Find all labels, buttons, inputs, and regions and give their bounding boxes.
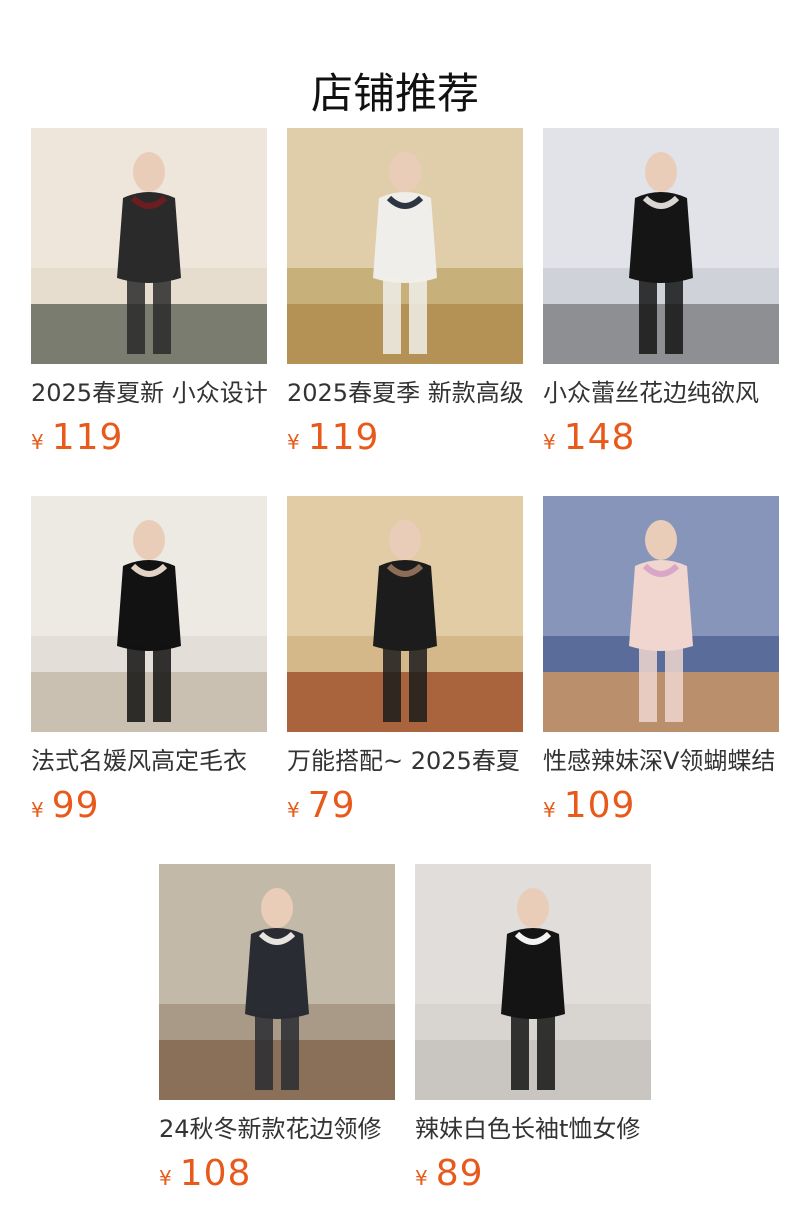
product-name[interactable]: 24秋冬新款花边领修 [159, 1112, 395, 1146]
product-card[interactable]: 万能搭配~ 2025春夏 ¥79 [287, 496, 523, 828]
price-amount: 148 [563, 417, 636, 458]
price-amount: 108 [179, 1153, 252, 1194]
product-price: ¥119 [287, 416, 523, 460]
currency-symbol: ¥ [31, 798, 44, 822]
product-price: ¥108 [159, 1152, 395, 1196]
product-price: ¥99 [31, 784, 267, 828]
product-name[interactable]: 性感辣妹深V领蝴蝶结 [543, 744, 779, 778]
product-name[interactable]: 辣妹白色长袖t恤女修 [415, 1112, 651, 1146]
currency-symbol: ¥ [415, 1166, 428, 1190]
product-name[interactable]: 万能搭配~ 2025春夏 [287, 744, 523, 778]
product-image[interactable] [415, 864, 651, 1100]
product-image[interactable] [159, 864, 395, 1100]
currency-symbol: ¥ [287, 798, 300, 822]
price-amount: 109 [563, 785, 636, 826]
product-price: ¥89 [415, 1152, 651, 1196]
product-image[interactable] [287, 496, 523, 732]
product-price: ¥148 [543, 416, 779, 460]
product-image[interactable] [543, 128, 779, 364]
product-name[interactable]: 小众蕾丝花边纯欲风 [543, 376, 779, 410]
product-name[interactable]: 法式名媛风高定毛衣 [31, 744, 267, 778]
product-card[interactable]: 辣妹白色长袖t恤女修 ¥89 [415, 864, 651, 1196]
product-card[interactable]: 性感辣妹深V领蝴蝶结 ¥109 [543, 496, 779, 828]
price-amount: 89 [435, 1153, 484, 1194]
section-title: 店铺推荐 [310, 69, 479, 119]
product-card[interactable]: 2025春夏季 新款高级 ¥119 [287, 128, 523, 460]
currency-symbol: ¥ [543, 798, 556, 822]
product-card[interactable]: 24秋冬新款花边领修 ¥108 [159, 864, 395, 1196]
product-price: ¥119 [31, 416, 267, 460]
product-card[interactable]: 2025春夏新 小众设计 ¥119 [31, 128, 267, 460]
product-card[interactable]: 法式名媛风高定毛衣 ¥99 [31, 496, 267, 828]
product-card[interactable]: 小众蕾丝花边纯欲风 ¥148 [543, 128, 779, 460]
product-image[interactable] [287, 128, 523, 364]
price-amount: 119 [51, 417, 124, 458]
currency-symbol: ¥ [543, 430, 556, 454]
product-image[interactable] [543, 496, 779, 732]
product-name[interactable]: 2025春夏新 小众设计 [31, 376, 267, 410]
currency-symbol: ¥ [31, 430, 44, 454]
currency-symbol: ¥ [287, 430, 300, 454]
product-image[interactable] [31, 496, 267, 732]
price-amount: 99 [51, 785, 100, 826]
price-amount: 119 [307, 417, 380, 458]
product-price: ¥79 [287, 784, 523, 828]
price-amount: 79 [307, 785, 356, 826]
product-name[interactable]: 2025春夏季 新款高级 [287, 376, 523, 410]
product-image[interactable] [31, 128, 267, 364]
currency-symbol: ¥ [159, 1166, 172, 1190]
product-price: ¥109 [543, 784, 779, 828]
